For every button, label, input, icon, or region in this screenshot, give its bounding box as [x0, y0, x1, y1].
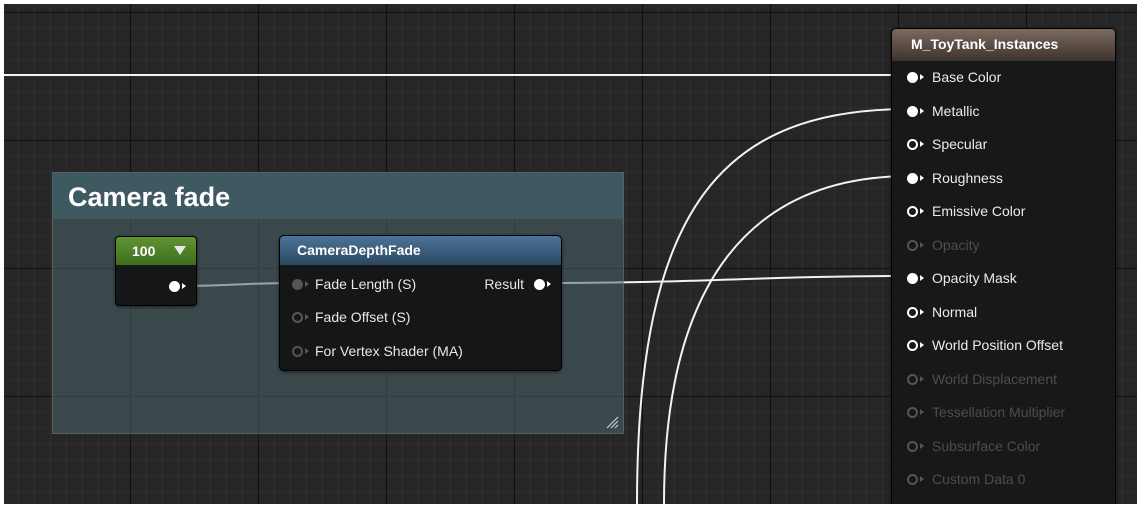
- world-position-offset-pin[interactable]: [907, 340, 918, 351]
- metallic-pin[interactable]: [907, 106, 918, 117]
- base-color-label: Base Color: [932, 69, 1002, 85]
- input-base-color[interactable]: Base Color: [892, 65, 1115, 89]
- wire-roughness[interactable]: [663, 175, 911, 504]
- input-specular[interactable]: Specular: [892, 132, 1115, 156]
- input-metallic[interactable]: Metallic: [892, 99, 1115, 123]
- arrow-right-icon: [920, 175, 924, 181]
- opacity-label: Opacity: [932, 237, 980, 253]
- roughness-pin[interactable]: [907, 173, 918, 184]
- fade-length-label: Fade Length (S): [315, 276, 417, 292]
- input-opacity: Opacity: [892, 233, 1115, 257]
- custom-data-0-label: Custom Data 0: [932, 471, 1026, 487]
- chevron-down-icon[interactable]: [174, 246, 186, 255]
- constant-value: 100: [132, 243, 156, 259]
- wire-metallic[interactable]: [636, 108, 911, 504]
- result-output-pin[interactable]: [534, 279, 545, 290]
- arrow-right-icon: [920, 476, 924, 482]
- input-world-position-offset[interactable]: World Position Offset: [892, 333, 1115, 357]
- constant-node-header[interactable]: 100: [116, 237, 196, 265]
- arrow-right-icon: [182, 283, 186, 289]
- arrow-right-icon: [547, 281, 551, 287]
- fade-length-pin[interactable]: [292, 279, 303, 290]
- material-result-node[interactable]: M_ToyTank_Instances Base Color Metallic …: [891, 28, 1116, 504]
- arrow-right-icon: [305, 281, 309, 287]
- input-tessellation-multiplier: Tessellation Multiplier: [892, 400, 1115, 424]
- arrow-right-icon: [305, 348, 309, 354]
- arrow-right-icon: [920, 108, 924, 114]
- specular-pin[interactable]: [907, 139, 918, 150]
- tessellation-multiplier-label: Tessellation Multiplier: [932, 404, 1066, 420]
- fade-offset-pin[interactable]: [292, 312, 303, 323]
- input-normal[interactable]: Normal: [892, 300, 1115, 324]
- input-roughness[interactable]: Roughness: [892, 166, 1115, 190]
- opacity-mask-pin[interactable]: [907, 273, 918, 284]
- world-position-offset-label: World Position Offset: [932, 337, 1063, 353]
- for-vertex-shader-label: For Vertex Shader (MA): [315, 343, 463, 359]
- arrow-right-icon: [920, 309, 924, 315]
- arrow-right-icon: [920, 342, 924, 348]
- normal-pin[interactable]: [907, 307, 918, 318]
- normal-label: Normal: [932, 304, 978, 320]
- input-for-vertex-shader[interactable]: For Vertex Shader (MA): [280, 340, 520, 362]
- world-displacement-pin: [907, 374, 918, 385]
- arrow-right-icon: [920, 242, 924, 248]
- roughness-label: Roughness: [932, 170, 1003, 186]
- material-graph-canvas[interactable]: Camera fade 100 CameraDepthFade Fade Len…: [4, 4, 1137, 504]
- opacity-mask-label: Opacity Mask: [932, 270, 1017, 286]
- camera-depth-fade-node[interactable]: CameraDepthFade Fade Length (S) Fade Off…: [279, 235, 562, 371]
- for-vertex-shader-pin[interactable]: [292, 346, 303, 357]
- arrow-right-icon: [920, 376, 924, 382]
- arrow-right-icon: [920, 443, 924, 449]
- resize-grip-icon[interactable]: [603, 413, 619, 429]
- input-world-displacement: World Displacement: [892, 367, 1115, 391]
- arrow-right-icon: [305, 314, 309, 320]
- emissive-color-pin[interactable]: [907, 206, 918, 217]
- arrow-right-icon: [920, 141, 924, 147]
- fade-offset-label: Fade Offset (S): [315, 309, 411, 325]
- input-opacity-mask[interactable]: Opacity Mask: [892, 266, 1115, 290]
- input-subsurface-color: Subsurface Color: [892, 434, 1115, 458]
- custom-data-0-pin: [907, 474, 918, 485]
- tessellation-multiplier-pin: [907, 407, 918, 418]
- input-fade-offset[interactable]: Fade Offset (S): [280, 306, 480, 328]
- arrow-right-icon: [920, 409, 924, 415]
- arrow-right-icon: [920, 208, 924, 214]
- base-color-pin[interactable]: [907, 72, 918, 83]
- comment-title[interactable]: Camera fade: [53, 173, 623, 219]
- material-node-title: M_ToyTank_Instances: [892, 29, 1115, 61]
- metallic-label: Metallic: [932, 103, 980, 119]
- arrow-right-icon: [920, 74, 924, 80]
- result-label: Result: [484, 276, 524, 292]
- camera-depth-fade-title: CameraDepthFade: [280, 236, 561, 265]
- output-result[interactable]: Result: [480, 273, 561, 295]
- input-emissive-color[interactable]: Emissive Color: [892, 199, 1115, 223]
- emissive-color-label: Emissive Color: [932, 203, 1026, 219]
- world-displacement-label: World Displacement: [932, 371, 1058, 387]
- subsurface-color-label: Subsurface Color: [932, 438, 1041, 454]
- constant-node[interactable]: 100: [115, 236, 197, 306]
- arrow-right-icon: [920, 275, 924, 281]
- subsurface-color-pin: [907, 441, 918, 452]
- specular-label: Specular: [932, 136, 988, 152]
- constant-output-pin[interactable]: [169, 281, 180, 292]
- input-custom-data-0: Custom Data 0: [892, 467, 1115, 491]
- opacity-pin: [907, 240, 918, 251]
